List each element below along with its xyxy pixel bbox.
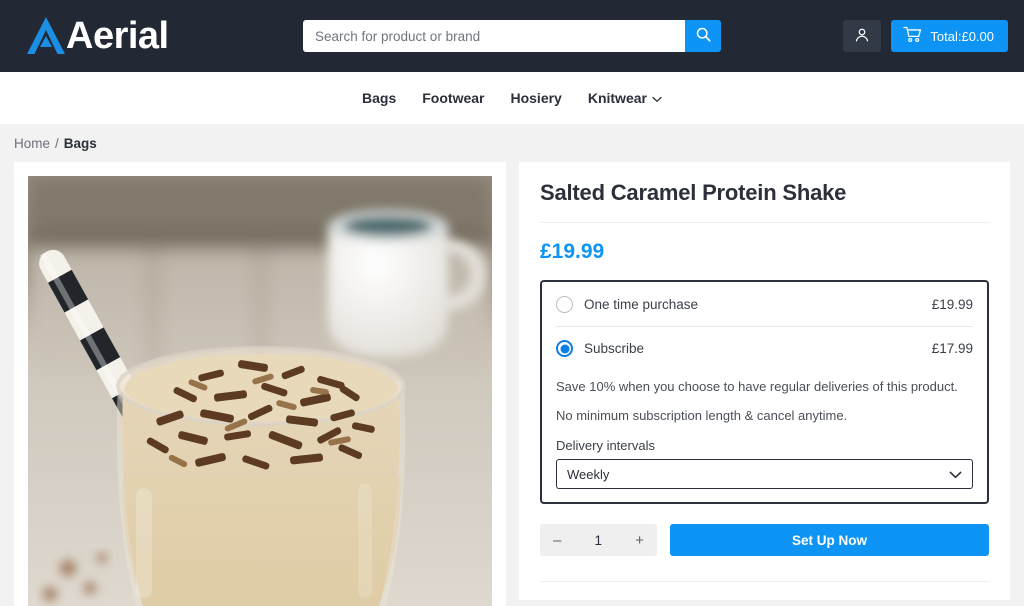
nav-item-bags[interactable]: Bags [362,90,396,106]
logo-text: Aerial [66,15,169,57]
person-icon [854,27,870,46]
search-input[interactable] [303,20,685,52]
chevron-down-icon [652,90,662,106]
option-row-one-time[interactable]: One time purchase £19.99 [556,282,973,326]
nav-item-label: Bags [362,90,397,106]
quantity-increase-button[interactable]: + [635,533,644,548]
cart-button[interactable]: Total:£0.00 [891,20,1008,52]
purchase-options-box: One time purchase £19.99 Subscribe £17.9… [540,280,989,504]
quantity-decrease-button[interactable]: – [553,533,561,548]
page-title: Salted Caramel Protein Shake [540,180,989,223]
nav-item-footwear[interactable]: Footwear [422,90,484,106]
site-logo[interactable]: Aerial [24,14,169,58]
product-image[interactable] [28,176,492,606]
subscription-savings-note: Save 10% when you choose to have regular… [556,379,958,394]
search-button[interactable] [685,20,721,52]
option-label: One time purchase [584,296,699,312]
purchase-actions: – 1 + Set Up Now [540,504,989,556]
chevron-down-icon [949,467,962,482]
option-price: £19.99 [931,296,973,312]
option-price: £17.99 [931,341,973,356]
delivery-intervals-label: Delivery intervals [556,438,655,453]
radio-subscribe[interactable] [556,340,573,357]
breadcrumb-separator: / [55,135,59,151]
radio-one-time-purchase[interactable] [556,295,573,313]
product-gallery-card [14,162,506,606]
nav-item-label: Knitwear [587,90,647,106]
site-header: Aerial Search for product or brand Total… [0,0,1024,72]
delivery-interval-value: Weekly [567,466,610,482]
info-card-divider [540,581,989,582]
nav-item-label: Hosiery [510,90,562,106]
nav-item-label: Footwear [422,90,485,106]
quantity-value: 1 [594,532,603,548]
aerial-triangle-logo-icon [24,14,70,58]
quantity-stepper: – 1 + [540,524,657,556]
product-price: £19.99 [540,240,605,263]
breadcrumb: Home / Bags [0,124,1024,162]
breadcrumb-home-link[interactable]: Home [14,136,50,151]
header-actions: Total:£0.00 [843,20,1008,52]
account-button[interactable] [843,20,882,52]
breadcrumb-current: Bags [63,135,97,151]
product-info-card: Salted Caramel Protein Shake £19.99 One … [519,162,1010,600]
cart-total-label: Total:£0.00 [930,28,994,44]
set-up-now-button[interactable]: Set Up Now [670,524,989,556]
delivery-intervals-select[interactable]: Weekly [556,459,973,489]
product-page-main: Salted Caramel Protein Shake £19.99 One … [0,162,1024,606]
nav-item-hosiery[interactable]: Hosiery [510,90,561,106]
subscription-terms-note: No minimum subscription length & cancel … [556,408,848,423]
nav-item-knitwear[interactable]: Knitwear [588,90,662,106]
search-icon [696,27,711,45]
shopping-cart-icon [903,26,922,46]
search-bar [303,20,721,52]
option-label: Subscribe [584,341,645,356]
option-row-subscribe[interactable]: Subscribe £17.99 [556,326,973,370]
main-navigation: Bags Footwear Hosiery Knitwear [0,72,1024,124]
